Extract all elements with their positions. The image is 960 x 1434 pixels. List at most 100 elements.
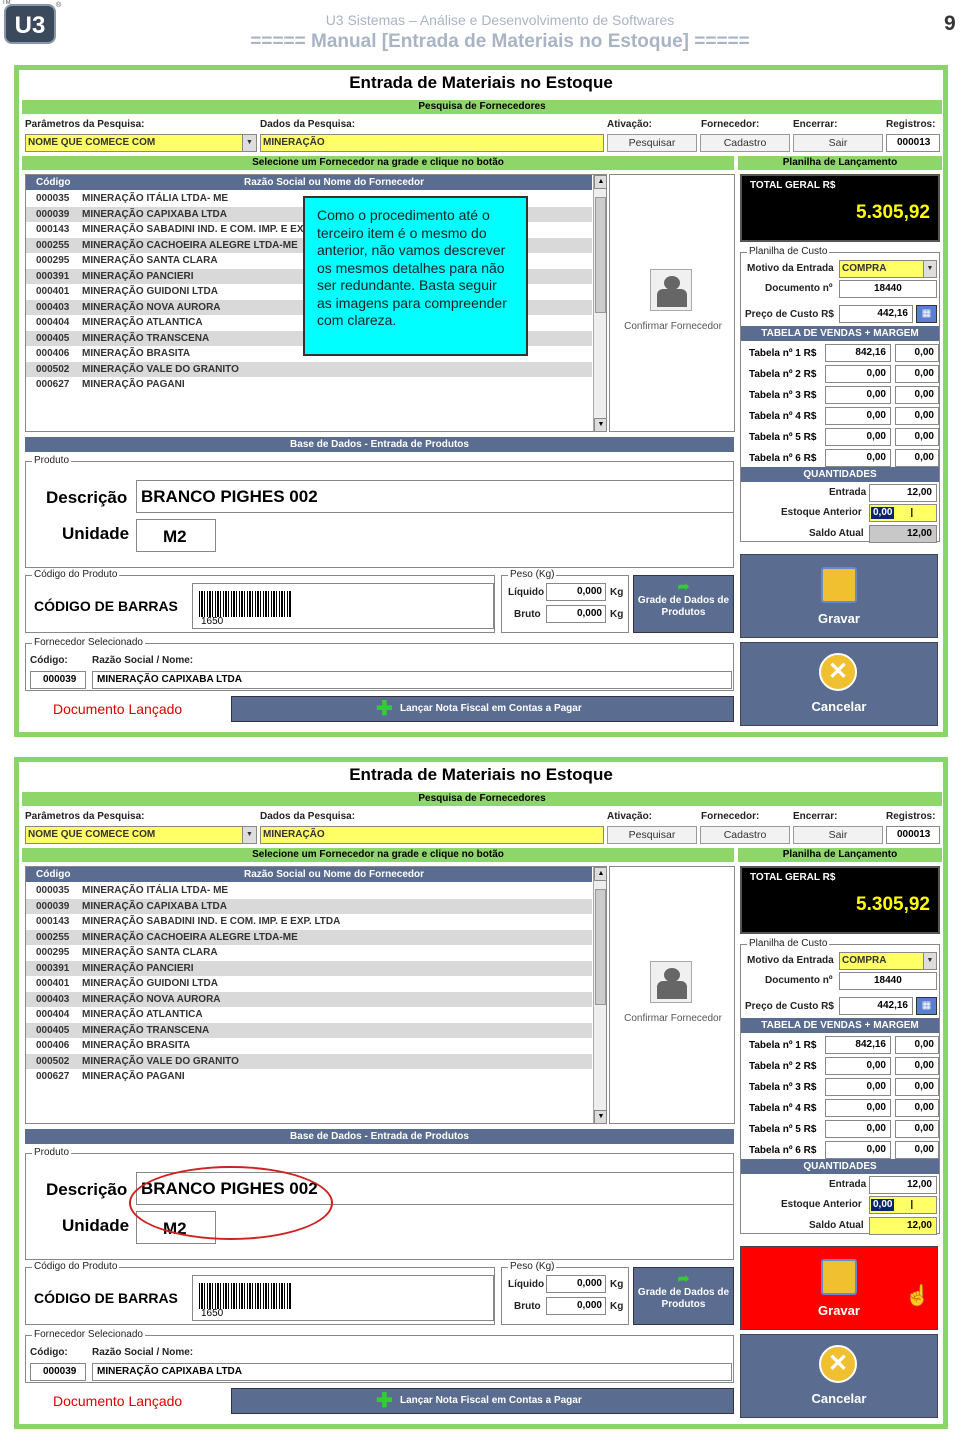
table-row[interactable]: 000295 MINERAÇÃO SANTA CLARA <box>26 945 592 961</box>
row-codigo: 000401 <box>36 978 70 989</box>
table-row[interactable]: 000143 MINERAÇÃO SABADINI IND. E COM. IMP… <box>26 914 592 930</box>
chevron-down-icon[interactable]: ▼ <box>923 953 936 969</box>
tabela-margin[interactable]: 0,00 <box>895 407 939 425</box>
tabela-margin[interactable]: 0,00 <box>895 428 939 446</box>
scroll-thumb[interactable] <box>595 197 606 313</box>
table-row[interactable]: 000391 MINERAÇÃO PANCIERI <box>26 960 592 976</box>
table-row[interactable]: 000627 MINERAÇÃO PAGANI <box>26 1069 592 1085</box>
entrada-input[interactable]: 12,00 <box>869 484 937 502</box>
param-select[interactable]: NOME QUE COMECE COM ▼ <box>25 826 257 844</box>
cancelar-button[interactable]: ✕ Cancelar <box>740 1334 938 1418</box>
confirmar-fornecedor-button[interactable]: Confirmar Fornecedor <box>609 866 735 1124</box>
table-row[interactable]: 000406 MINERAÇÃO BRASITA <box>26 1038 592 1054</box>
table-row[interactable]: 000405 MINERAÇÃO TRANSCENA <box>26 1022 592 1038</box>
tabela-value[interactable]: 842,16 <box>825 1036 891 1054</box>
calculator-icon[interactable]: ▦ <box>916 305 937 323</box>
supplier-grid[interactable]: Código Razão Social ou Nome do Fornecedo… <box>25 866 607 1124</box>
tabela-margin[interactable]: 0,00 <box>895 1120 939 1138</box>
scroll-thumb[interactable] <box>595 889 606 1005</box>
cancelar-button[interactable]: ✕ Cancelar <box>740 642 938 726</box>
descricao-input[interactable]: BRANCO PIGHES 002 <box>136 480 734 513</box>
lancar-nota-button[interactable]: ✚ Lançar Nota Fiscal em Contas a Pagar <box>231 696 734 722</box>
cadastro-button[interactable]: Cadastro <box>700 134 790 152</box>
cancelar-label: Cancelar <box>811 699 867 714</box>
tabela-value[interactable]: 842,16 <box>825 344 891 362</box>
tabela-value[interactable]: 0,00 <box>825 1057 891 1075</box>
estoque-input[interactable]: 0,00 I <box>869 1196 937 1214</box>
grade-dados-button[interactable]: ➦ Grade de Dados de Produtos <box>633 575 734 633</box>
pesquisar-button[interactable]: Pesquisar <box>607 134 697 152</box>
tabela-value[interactable]: 0,00 <box>825 428 891 446</box>
param-value: NOME QUE COMECE COM <box>28 137 156 148</box>
scroll-down-icon[interactable]: ▼ <box>594 418 606 431</box>
grid-scrollbar[interactable]: ▲ ▼ <box>593 175 606 431</box>
tabela-margin[interactable]: 0,00 <box>895 344 939 362</box>
gravar-button[interactable]: Gravar ☝ <box>740 1246 938 1330</box>
tabela-value[interactable]: 0,00 <box>825 449 891 467</box>
unidade-input[interactable]: M2 <box>136 519 216 552</box>
sair-button[interactable]: Sair <box>793 134 883 152</box>
table-row[interactable]: 000502 MINERAÇÃO VALE DO GRANITO <box>26 361 592 377</box>
scroll-up-icon[interactable]: ▲ <box>594 867 606 881</box>
motivo-select[interactable]: COMPRA ▼ <box>839 260 937 278</box>
tabela-margin[interactable]: 0,00 <box>895 386 939 404</box>
table-row[interactable]: 000502 MINERAÇÃO VALE DO GRANITO <box>26 1053 592 1069</box>
tabela-value[interactable]: 0,00 <box>825 386 891 404</box>
search-input[interactable]: MINERAÇÃO <box>260 134 604 152</box>
tabela-row: Tabela nº 2 R$ 0,00 0,00 <box>749 1057 939 1077</box>
table-row[interactable]: 000035 MINERAÇÃO ITÁLIA LTDA- ME <box>26 883 592 899</box>
tabela-margin[interactable]: 0,00 <box>895 1141 939 1159</box>
preco-input[interactable]: 442,16 <box>839 305 913 323</box>
tabela-value[interactable]: 0,00 <box>825 1141 891 1159</box>
cadastro-button[interactable]: Cadastro <box>700 826 790 844</box>
bruto-input[interactable]: 0,000 <box>546 1297 606 1315</box>
table-row[interactable]: 000039 MINERAÇÃO CAPIXABA LTDA <box>26 898 592 914</box>
screenshot-2: Entrada de Materiais no Estoque Pesquisa… <box>14 757 948 1429</box>
preco-input[interactable]: 442,16 <box>839 997 913 1015</box>
tabela-value[interactable]: 0,00 <box>825 407 891 425</box>
documento-input[interactable]: 18440 <box>839 972 937 990</box>
lancar-nota-button[interactable]: ✚ Lançar Nota Fiscal em Contas a Pagar <box>231 1388 734 1414</box>
pesquisar-button[interactable]: Pesquisar <box>607 826 697 844</box>
table-row[interactable]: 000255 MINERAÇÃO CACHOEIRA ALEGRE LTDA-ME <box>26 929 592 945</box>
tabela-margin[interactable]: 0,00 <box>895 1036 939 1054</box>
tabela-margin[interactable]: 0,00 <box>895 1099 939 1117</box>
liquido-input[interactable]: 0,000 <box>546 1275 606 1293</box>
gravar-button[interactable]: Gravar <box>740 554 938 638</box>
bruto-input[interactable]: 0,000 <box>546 605 606 623</box>
table-row[interactable]: 000403 MINERAÇÃO NOVA AURORA <box>26 991 592 1007</box>
estoque-input[interactable]: 0,00 I <box>869 504 937 522</box>
table-row[interactable]: 000627 MINERAÇÃO PAGANI <box>26 377 592 393</box>
registered-mark: ® <box>56 2 62 9</box>
table-row[interactable]: 000404 MINERAÇÃO ATLANTICA <box>26 1007 592 1023</box>
tabela-value[interactable]: 0,00 <box>825 1078 891 1096</box>
liquido-input[interactable]: 0,000 <box>546 583 606 601</box>
grade-dados-button[interactable]: ➦ Grade de Dados de Produtos <box>633 1267 734 1325</box>
tabela-margin[interactable]: 0,00 <box>895 365 939 383</box>
tabela-margin[interactable]: 0,00 <box>895 1078 939 1096</box>
table-row[interactable]: 000401 MINERAÇÃO GUIDONI LTDA <box>26 976 592 992</box>
tabela-value[interactable]: 0,00 <box>825 1099 891 1117</box>
chevron-down-icon[interactable]: ▼ <box>242 827 256 843</box>
scroll-up-icon[interactable]: ▲ <box>594 175 606 189</box>
documento-input[interactable]: 18440 <box>839 280 937 298</box>
text-cursor-icon: I <box>910 1197 914 1212</box>
row-razao: MINERAÇÃO SANTA CLARA <box>82 947 218 958</box>
param-select[interactable]: NOME QUE COMECE COM ▼ <box>25 134 257 152</box>
sair-button[interactable]: Sair <box>793 826 883 844</box>
tabela-row: Tabela nº 3 R$ 0,00 0,00 <box>749 1078 939 1098</box>
calculator-icon[interactable]: ▦ <box>916 997 937 1015</box>
tabela-margin[interactable]: 0,00 <box>895 1057 939 1075</box>
motivo-select[interactable]: COMPRA ▼ <box>839 952 937 970</box>
tabela-value[interactable]: 0,00 <box>825 365 891 383</box>
peso-legend: Peso (Kg) <box>508 1261 557 1272</box>
chevron-down-icon[interactable]: ▼ <box>923 261 936 277</box>
search-input[interactable]: MINERAÇÃO <box>260 826 604 844</box>
chevron-down-icon[interactable]: ▼ <box>242 135 256 151</box>
entrada-input[interactable]: 12,00 <box>869 1176 937 1194</box>
grid-scrollbar[interactable]: ▲ ▼ <box>593 867 606 1123</box>
tabela-margin[interactable]: 0,00 <box>895 449 939 467</box>
confirmar-fornecedor-button[interactable]: Confirmar Fornecedor <box>609 174 735 432</box>
tabela-value[interactable]: 0,00 <box>825 1120 891 1138</box>
scroll-down-icon[interactable]: ▼ <box>594 1110 606 1123</box>
